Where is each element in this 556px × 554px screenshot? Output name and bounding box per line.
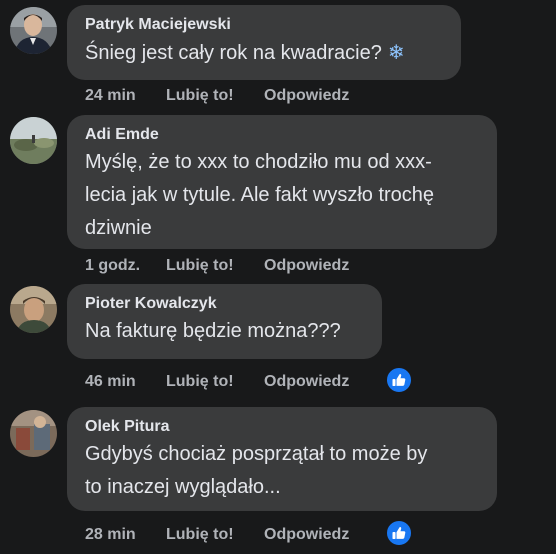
comment-text: Myślę, że to xxx to chodziło mu od xxx- … <box>85 146 481 245</box>
thumbs-up-icon <box>392 526 406 539</box>
like-button[interactable]: Lubię to! <box>166 525 234 545</box>
thumbs-up-icon <box>392 373 406 386</box>
comment-author[interactable]: Patryk Maciejewski <box>85 15 445 35</box>
comment-timestamp[interactable]: 46 min <box>85 372 136 392</box>
like-button[interactable]: Lubię to! <box>166 256 234 276</box>
comment-author[interactable]: Pioter Kowalczyk <box>85 294 366 314</box>
reply-button[interactable]: Odpowiedz <box>264 372 349 392</box>
comment-text-line: Gdybyś chociaż posprzątał to może by <box>85 443 428 465</box>
comment-bubble: Olek Pitura Gdybyś chociaż posprzątał to… <box>67 407 497 511</box>
comment-timestamp[interactable]: 1 godz. <box>85 256 140 276</box>
reaction-badge[interactable] <box>385 366 413 394</box>
comment-author[interactable]: Adi Emde <box>85 125 481 145</box>
comment-bubble: Adi Emde Myślę, że to xxx to chodziło mu… <box>67 115 497 249</box>
comment-text: Śnieg jest cały rok na kwadracie? ❄ <box>85 36 445 70</box>
reaction-badge[interactable] <box>385 519 413 547</box>
comment-timestamp[interactable]: 28 min <box>85 525 136 545</box>
reply-button[interactable]: Odpowiedz <box>264 256 349 276</box>
comment-author[interactable]: Olek Pitura <box>85 417 481 437</box>
avatar[interactable] <box>10 410 57 457</box>
avatar[interactable] <box>10 286 57 333</box>
comment-text: Gdybyś chociaż posprzątał to może by to … <box>85 438 481 504</box>
snowflake-icon: ❄ <box>387 40 405 64</box>
like-button[interactable]: Lubię to! <box>166 86 234 106</box>
avatar[interactable] <box>10 117 57 164</box>
reply-button[interactable]: Odpowiedz <box>264 525 349 545</box>
comment-text-line: dziwnie <box>85 217 152 239</box>
reply-button[interactable]: Odpowiedz <box>264 86 349 106</box>
comment-text-line: lecia jak w tytule. Ale fakt wyszło troc… <box>85 184 435 206</box>
comment-text: Na fakturę będzie można??? <box>85 320 341 342</box>
comment-text-line: to inaczej wyglądało... <box>85 476 281 498</box>
comment-bubble: Pioter Kowalczyk Na fakturę będzie można… <box>67 284 382 359</box>
comment-text-line: Myślę, że to xxx to chodziło mu od xxx- <box>85 151 432 173</box>
comment-thread: Patryk Maciejewski Śnieg jest cały rok n… <box>0 0 556 554</box>
comment-timestamp[interactable]: 24 min <box>85 86 136 106</box>
like-button[interactable]: Lubię to! <box>166 372 234 392</box>
avatar[interactable] <box>10 7 57 54</box>
comment-text-content: Śnieg jest cały rok na kwadracie? <box>85 42 382 64</box>
comment-bubble: Patryk Maciejewski Śnieg jest cały rok n… <box>67 5 461 80</box>
